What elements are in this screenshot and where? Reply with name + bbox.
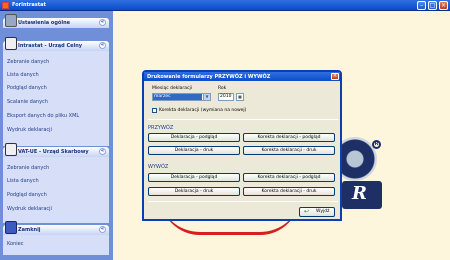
import-declaration-print-button[interactable]: Deklaracja - druk xyxy=(148,146,240,155)
panel-close-header[interactable]: Zamknij « xyxy=(3,221,109,235)
panel-settings-title: Ustawienia ogólne xyxy=(18,20,71,26)
correction-checkbox-label: Korekta deklaracji (wymiana na nowej) xyxy=(159,108,247,113)
print-dialog: Drukowanie formularzy PRZYWÓZ i WYWÓZ × … xyxy=(142,70,342,221)
panel-intrastat-body: Zebranie danych Lista danych Podgląd dan… xyxy=(3,51,109,146)
exit-icon xyxy=(5,221,17,234)
dialog-title: Drukowanie formularzy PRZYWÓZ i WYWÓZ xyxy=(147,74,271,80)
section-export-title: WYWÓZ xyxy=(148,164,169,170)
registered-mark: R xyxy=(372,140,381,149)
exit-dialog-label: Wyjdź xyxy=(316,209,330,214)
document-icon xyxy=(5,37,17,50)
sidebar-item-podglad[interactable]: Podgląd danych xyxy=(7,192,47,198)
panel-intrastat-title: Intrastat - Urząd Celny xyxy=(18,43,83,49)
sidebar: Ustawienia ogólne « Intrastat - Urząd Ce… xyxy=(0,11,113,260)
import-correction-preview-button[interactable]: Korekta deklaracji - podgląd xyxy=(243,133,335,142)
close-window-button[interactable]: × xyxy=(439,1,448,10)
sidebar-item-wydruk[interactable]: Wydruk deklaracji xyxy=(7,206,52,212)
export-correction-print-button[interactable]: Korekta deklaracji - druk xyxy=(243,187,335,196)
settings-icon xyxy=(5,14,17,27)
app-icon xyxy=(2,2,9,9)
sidebar-item-podglad[interactable]: Podgląd danych xyxy=(7,85,47,91)
window-title: ForIntrastat xyxy=(12,2,46,8)
chevron-collapse-icon[interactable]: « xyxy=(99,19,106,26)
panel-settings-header[interactable]: Ustawienia ogólne « xyxy=(3,14,109,28)
sidebar-item-wydruk[interactable]: Wydruk deklaracji xyxy=(7,127,52,133)
month-label: Miesiąc deklaracji xyxy=(152,86,192,91)
year-input[interactable]: 2010 xyxy=(218,93,234,101)
panel-close-title: Zamknij xyxy=(18,227,41,233)
month-select-value: marzec xyxy=(153,94,202,100)
calendar-icon[interactable]: ▦ xyxy=(236,93,244,101)
panel-vatue-body: Zebranie danych Lista danych Podgląd dan… xyxy=(3,157,109,223)
import-declaration-preview-button[interactable]: Deklaracja - podgląd xyxy=(148,133,240,142)
import-correction-print-button[interactable]: Korekta deklaracji - druk xyxy=(243,146,335,155)
year-label: Rok xyxy=(218,86,227,91)
logo-letter: R xyxy=(352,183,367,204)
exit-dialog-button[interactable]: ↩ Wyjdź xyxy=(299,207,335,217)
dialog-titlebar: Drukowanie formularzy PRZYWÓZ i WYWÓZ × xyxy=(144,72,340,81)
export-declaration-preview-button[interactable]: Deklaracja - podgląd xyxy=(148,173,240,182)
chevron-collapse-icon[interactable]: « xyxy=(99,42,106,49)
panel-close-body: Koniec xyxy=(3,235,109,255)
panel-intrastat-header[interactable]: Intrastat - Urząd Celny « xyxy=(3,37,109,51)
document-icon xyxy=(5,143,17,156)
export-declaration-print-button[interactable]: Deklaracja - druk xyxy=(148,187,240,196)
panel-vatue-header[interactable]: VAT-UE - Urząd Skarbowy « xyxy=(3,143,109,157)
divider xyxy=(148,119,338,120)
sidebar-item-zebranie[interactable]: Zebranie danych xyxy=(7,165,49,171)
logo-r-block: R xyxy=(342,181,382,209)
chevron-collapse-icon[interactable]: « xyxy=(99,148,106,155)
correction-checkbox[interactable] xyxy=(152,108,157,113)
sidebar-item-koniec[interactable]: Koniec xyxy=(7,241,23,247)
maximize-button[interactable]: □ xyxy=(428,1,437,10)
sidebar-item-lista[interactable]: Lista danych xyxy=(7,72,39,78)
sidebar-item-lista[interactable]: Lista danych xyxy=(7,178,39,184)
panel-vatue-title: VAT-UE - Urząd Skarbowy xyxy=(18,149,89,155)
sidebar-item-scalanie[interactable]: Scalanie danych xyxy=(7,99,48,105)
export-correction-preview-button[interactable]: Korekta deklaracji - podgląd xyxy=(243,173,335,182)
return-arrow-icon: ↩ xyxy=(304,208,310,215)
window-titlebar: ForIntrastat – □ × xyxy=(0,0,450,11)
chevron-collapse-icon[interactable]: « xyxy=(99,226,106,233)
section-import-title: PRZYWÓZ xyxy=(148,125,174,131)
dialog-close-button[interactable]: × xyxy=(331,73,339,80)
chevron-down-icon[interactable]: ▼ xyxy=(203,94,210,100)
sidebar-item-zebranie[interactable]: Zebranie danych xyxy=(7,59,49,65)
sidebar-item-eksport[interactable]: Eksport danych do pliku XML xyxy=(7,113,79,119)
month-select[interactable]: marzec ▼ xyxy=(152,93,211,101)
divider xyxy=(148,201,338,202)
minimize-button[interactable]: – xyxy=(417,1,426,10)
